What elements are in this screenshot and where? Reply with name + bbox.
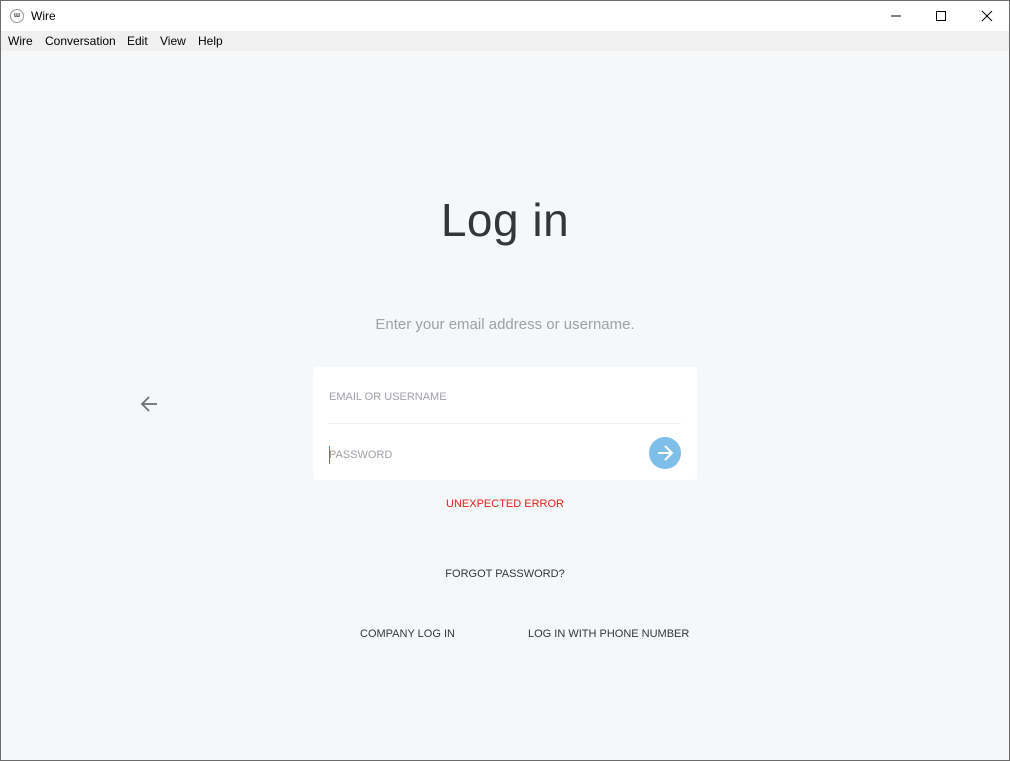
maximize-icon	[936, 11, 946, 21]
page-subtitle: Enter your email address or username.	[375, 316, 635, 333]
text-caret	[329, 446, 330, 464]
login-form	[313, 367, 697, 480]
minimize-icon	[891, 15, 901, 17]
window-title: Wire	[31, 9, 56, 23]
app-window: ɯ Wire Wire Conversation Edit View Help …	[0, 0, 1010, 761]
close-button[interactable]	[964, 1, 1009, 31]
close-icon	[981, 10, 993, 22]
back-button[interactable]	[139, 395, 159, 413]
minimize-button[interactable]	[873, 1, 919, 31]
submit-button[interactable]	[649, 437, 681, 469]
company-login-link[interactable]: COMPANY LOG IN	[360, 628, 455, 640]
menu-view[interactable]: View	[160, 34, 186, 48]
menu-conversation[interactable]: Conversation	[45, 34, 116, 48]
email-field[interactable]	[329, 377, 649, 417]
phone-login-link[interactable]: LOG IN WITH PHONE NUMBER	[528, 628, 689, 640]
menu-wire[interactable]: Wire	[8, 34, 33, 48]
wire-logo-icon: ɯ	[10, 9, 24, 23]
field-divider	[329, 423, 681, 424]
menu-edit[interactable]: Edit	[127, 34, 148, 48]
menu-help[interactable]: Help	[198, 34, 223, 48]
password-field[interactable]	[329, 435, 649, 475]
arrow-right-icon	[658, 445, 674, 461]
page-title: Log in	[440, 194, 570, 246]
title-bar[interactable]: ɯ Wire	[1, 1, 1009, 31]
menu-bar: Wire Conversation Edit View Help	[1, 31, 1009, 51]
maximize-button[interactable]	[918, 1, 964, 31]
forgot-password-link[interactable]: FORGOT PASSWORD?	[1, 568, 1009, 580]
error-message: UNEXPECTED ERROR	[446, 498, 564, 510]
arrow-left-icon	[140, 396, 157, 412]
